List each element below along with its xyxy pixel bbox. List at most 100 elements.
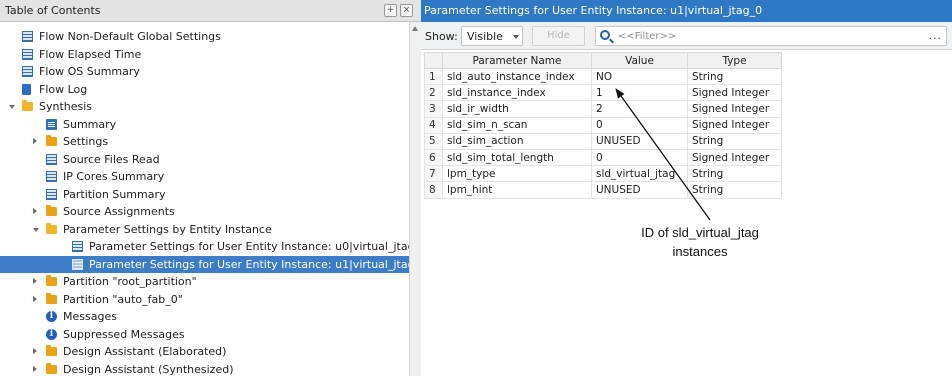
toc-item-label: Flow Log	[39, 82, 88, 96]
hide-button[interactable]: Hide	[532, 26, 585, 46]
chevron-right-icon[interactable]	[33, 138, 37, 144]
toc-item[interactable]: Partition "auto_fab_0"	[0, 291, 409, 309]
parameter-value-cell: 2	[591, 100, 688, 118]
table-row[interactable]: 1 sld_auto_instance_index NO String	[424, 67, 782, 86]
parameter-name-cell: lpm_hint	[442, 181, 592, 199]
toc-item-label: Partition Summary	[63, 187, 166, 201]
filter-input[interactable]	[618, 28, 918, 44]
table-icon	[72, 258, 83, 270]
table-icon	[46, 153, 57, 165]
parameter-type-cell: String	[687, 181, 782, 199]
column-header-type[interactable]: Type	[687, 52, 782, 69]
annotation-line-2: instances	[672, 244, 728, 259]
row-index: 6	[424, 148, 443, 167]
chevron-right-icon[interactable]	[33, 295, 37, 302]
table-row[interactable]: 6 sld_sim_total_length 0 Signed Integer	[424, 148, 782, 167]
toc-title: Table of Contents	[5, 4, 101, 17]
table-row[interactable]: 8 lpm_hint UNUSED String	[424, 181, 782, 199]
toc-item-label: Parameter Settings for User Entity Insta…	[89, 257, 409, 271]
table-icon	[22, 31, 33, 42]
annotation-line-1: ID of sld_virtual_jtag	[641, 225, 759, 240]
toc-item[interactable]: Parameter Settings for User Entity Insta…	[0, 255, 409, 273]
scroll-up-arrow-icon[interactable]	[412, 26, 418, 31]
parameter-settings-panel: Parameter Settings for User Entity Insta…	[421, 0, 952, 376]
toc-item[interactable]: Design Assistant (Elaborated)	[0, 343, 409, 361]
toc-item[interactable]: Flow Log	[0, 81, 409, 99]
toc-item[interactable]: Parameter Settings by Entity Instance	[0, 221, 409, 239]
toc-item-label: Flow Elapsed Time	[39, 47, 142, 61]
table-icon	[22, 66, 33, 77]
table-icon	[72, 241, 83, 252]
toc-item-label: Parameter Settings for User Entity Insta…	[89, 240, 409, 253]
row-index: 5	[424, 132, 443, 150]
toc-item-label: Settings	[63, 135, 109, 148]
toc-item[interactable]: i Messages	[0, 308, 409, 326]
row-index: 4	[424, 116, 443, 134]
column-header-index[interactable]	[424, 52, 443, 69]
parameter-toolbar: Show: Visible Hide ...	[421, 22, 952, 50]
chevron-down-icon[interactable]	[33, 227, 39, 232]
row-index: 8	[424, 181, 443, 199]
show-label: Show:	[425, 30, 458, 43]
chevron-right-icon[interactable]	[33, 348, 37, 354]
plus-icon[interactable]: +	[384, 4, 397, 17]
column-header-value[interactable]: Value	[591, 52, 688, 69]
close-icon[interactable]: ×	[400, 4, 413, 17]
table-row[interactable]: 3 sld_ir_width 2 Signed Integer	[424, 100, 782, 118]
filter-box[interactable]: ...	[595, 26, 947, 46]
toc-item[interactable]: Source Assignments	[0, 203, 409, 221]
folder-icon	[46, 135, 57, 146]
table-icon	[46, 188, 57, 200]
parameter-name-cell: sld_auto_instance_index	[442, 67, 592, 86]
toc-header: Table of Contents + ×	[0, 0, 421, 22]
toc-item[interactable]: i Suppressed Messages	[0, 326, 409, 344]
folder-icon	[46, 362, 57, 374]
chevron-down-icon	[513, 35, 519, 39]
parameter-settings-header: Parameter Settings for User Entity Insta…	[421, 0, 952, 22]
chevron-right-icon[interactable]	[33, 365, 37, 372]
show-select[interactable]: Visible	[461, 26, 523, 46]
toc-item[interactable]: Source Files Read	[0, 151, 409, 169]
info-icon: i	[46, 311, 57, 322]
toc-item[interactable]: Design Assistant (Synthesized)	[0, 361, 409, 376]
table-row[interactable]: 5 sld_sim_action UNUSED String	[424, 132, 782, 150]
table-of-contents-panel: Table of Contents + × Flow Non-Default G…	[0, 0, 421, 376]
folder-icon	[46, 292, 57, 304]
table-row[interactable]: 4 sld_sim_n_scan 0 Signed Integer	[424, 116, 782, 134]
toc-item[interactable]: Partition "root_partition"	[0, 273, 409, 291]
toc-item[interactable]: Summary	[0, 116, 409, 134]
toc-item-label: Partition "auto_fab_0"	[63, 292, 183, 306]
annotation-callout: ID of sld_virtual_jtag instances	[620, 223, 780, 261]
toc-item[interactable]: Partition Summary	[0, 186, 409, 204]
toc-item-label: Synthesis	[39, 100, 93, 113]
chevron-down-icon[interactable]	[9, 105, 15, 109]
parameter-name-cell: sld_ir_width	[442, 100, 592, 118]
parameter-value-cell: UNUSED	[591, 181, 688, 199]
parameter-type-cell: Signed Integer	[687, 84, 782, 102]
toc-item[interactable]: Flow Non-Default Global Settings	[0, 28, 409, 46]
toc-scrollbar[interactable]	[409, 22, 421, 376]
chevron-right-icon[interactable]	[33, 278, 37, 284]
folder-icon	[46, 345, 57, 356]
doc-icon	[22, 83, 31, 95]
table-header-row: Parameter Name Value Type	[424, 52, 782, 69]
folder-open-icon	[22, 100, 33, 111]
toc-item-label: IP Cores Summary	[63, 170, 165, 183]
toc-item[interactable]: Flow Elapsed Time	[0, 46, 409, 64]
more-options-button[interactable]: ...	[929, 29, 943, 42]
toc-item[interactable]: Parameter Settings for User Entity Insta…	[0, 238, 409, 256]
parameter-type-cell: String	[687, 67, 782, 86]
toc-item[interactable]: Settings	[0, 133, 409, 151]
toc-item-label: Flow OS Summary	[39, 65, 140, 78]
chevron-right-icon[interactable]	[33, 208, 37, 214]
table-icon	[46, 171, 57, 182]
table-row[interactable]: 7 lpm_type sld_virtual_jtag String	[424, 165, 782, 183]
toc-item[interactable]: Flow OS Summary	[0, 63, 409, 81]
toc-item-label: Source Files Read	[63, 152, 160, 166]
column-header-parameter-name[interactable]: Parameter Name	[442, 52, 592, 69]
toc-item[interactable]: IP Cores Summary	[0, 168, 409, 186]
table-row[interactable]: 2 sld_instance_index 1 Signed Integer	[424, 84, 782, 102]
parameter-value-cell: sld_virtual_jtag	[591, 165, 688, 183]
toc-item[interactable]: Synthesis	[0, 98, 409, 116]
toc-item-label: Partition "root_partition"	[63, 275, 197, 288]
